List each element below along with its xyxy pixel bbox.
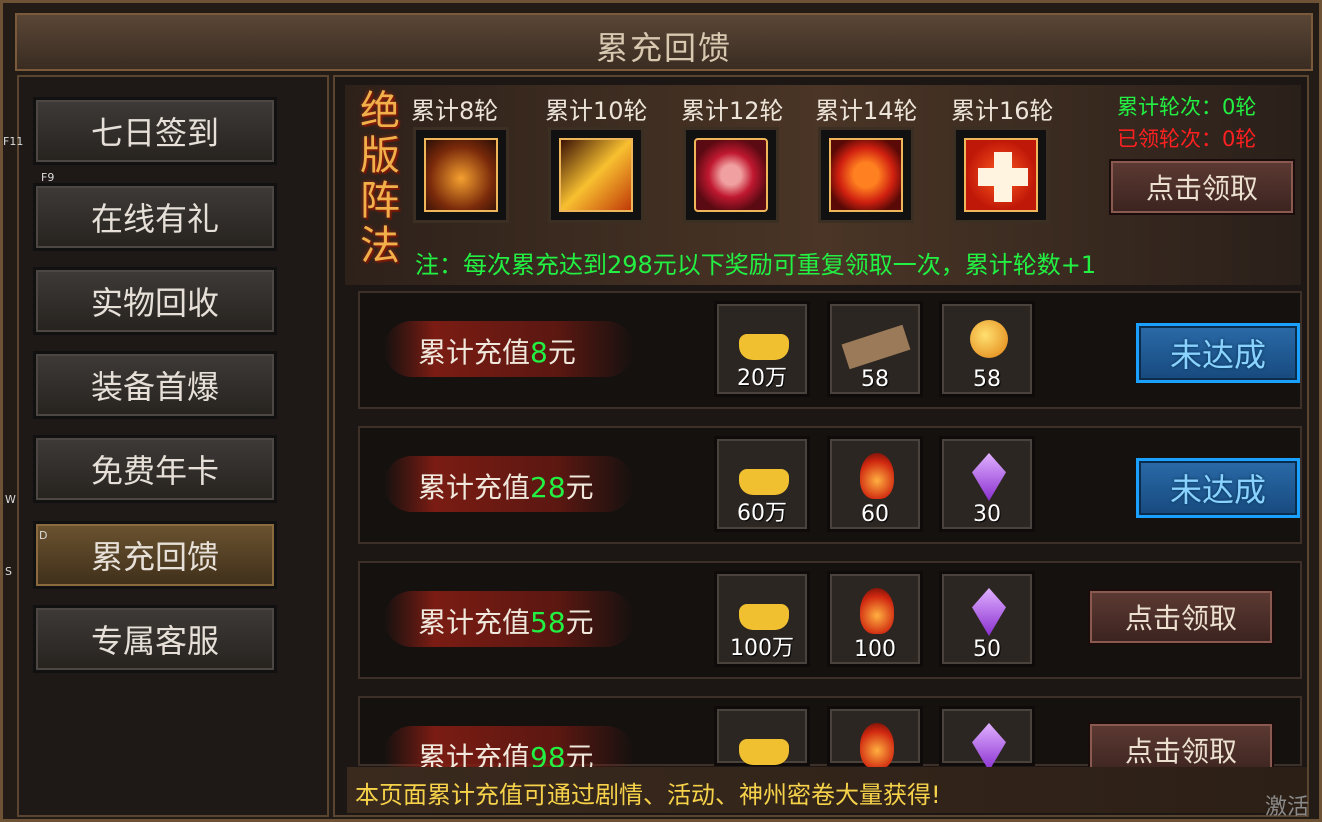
- total-rounds-text: 累计轮次：0轮: [1117, 95, 1257, 119]
- fire-crystal-icon[interactable]: [827, 706, 923, 769]
- hotkey-label: D: [39, 529, 48, 542]
- tier-amount: 8: [530, 336, 548, 369]
- tier-label: 累计充值58元: [418, 601, 594, 641]
- footer-banner: 本页面累计充值可通过剧情、活动、神州密卷大量获得!: [347, 767, 1307, 813]
- tier-label-suffix: 元: [565, 471, 594, 504]
- gold-ingot-icon[interactable]: [714, 706, 810, 766]
- gold-ingot-icon[interactable]: 60万: [714, 436, 810, 532]
- tier-row: 累计充值98元 点击领取: [358, 696, 1302, 782]
- window-title: 累充回馈: [595, 29, 732, 67]
- item-count: 60万: [737, 501, 787, 526]
- vertical-title-char: 版: [360, 133, 400, 179]
- tier-label-suffix: 元: [565, 606, 594, 639]
- flame-beam-icon[interactable]: [548, 127, 644, 223]
- claimed-rounds-text: 已领轮次：0轮: [1117, 127, 1257, 151]
- tier-label: 累计充值28元: [418, 466, 594, 506]
- hotkey-label: F11: [3, 135, 24, 148]
- item-count: 58: [973, 367, 1001, 392]
- not-reached-badge: 未达成: [1136, 323, 1300, 383]
- hotkey-label: F9: [41, 171, 55, 184]
- not-reached-badge: 未达成: [1136, 458, 1300, 518]
- item-count: 100万: [730, 636, 794, 661]
- sidebar-item-first-drop[interactable]: 装备首爆: [33, 351, 277, 419]
- purple-gem-icon[interactable]: [939, 706, 1035, 771]
- item-count: 60: [861, 502, 889, 527]
- fire-orb-icon[interactable]: [818, 127, 914, 223]
- gold-ingot-icon[interactable]: 20万: [714, 301, 810, 397]
- title-bar: 累充回馈: [15, 13, 1313, 71]
- sidebar-item-daily-signin[interactable]: 七日签到: [33, 97, 277, 165]
- tier-label-suffix: 元: [547, 336, 576, 369]
- tier-row: 累计充值28元 60万 60 30 未达成: [358, 426, 1302, 544]
- magic-circle-icon[interactable]: [683, 127, 779, 223]
- purple-gem-icon[interactable]: 50: [939, 571, 1035, 667]
- hotkey-label: W: [5, 493, 16, 506]
- gold-ingot-icon[interactable]: 100万: [714, 571, 810, 667]
- red-cross-icon[interactable]: [953, 127, 1049, 223]
- round-label: 累计16轮: [951, 97, 1054, 125]
- tier-label-prefix: 累计充值: [418, 606, 531, 639]
- item-count: 30: [973, 502, 1001, 527]
- item-count: 50: [973, 637, 1001, 662]
- fire-crystal-icon[interactable]: 100: [827, 571, 923, 667]
- round-label: 累计14轮: [815, 97, 918, 125]
- sidebar-item-recharge-feedback[interactable]: 累充回馈: [33, 521, 277, 589]
- purple-gem-icon[interactable]: 30: [939, 436, 1035, 532]
- footer-text: 本页面累计充值可通过剧情、活动、神州密卷大量获得!: [355, 781, 941, 809]
- sidebar-item-online-gift[interactable]: 在线有礼: [33, 183, 277, 251]
- round-label: 累计8轮: [411, 97, 499, 125]
- item-count: 58: [861, 367, 889, 392]
- fire-crystal-icon[interactable]: 60: [827, 436, 923, 532]
- hotkey-label: S: [5, 565, 12, 578]
- vertical-title-char: 绝: [360, 88, 400, 134]
- tier-label: 累计充值8元: [418, 331, 576, 371]
- tier-row: 累计充值8元 20万 58 58 未达成: [358, 291, 1302, 409]
- round-label: 累计10轮: [545, 97, 648, 125]
- sidebar-item-customer-service[interactable]: 专属客服: [33, 605, 277, 673]
- tier-label-prefix: 累计充值: [418, 336, 531, 369]
- vertical-title-char: 法: [360, 223, 400, 269]
- scroll-bundle-icon[interactable]: 58: [827, 301, 923, 397]
- item-count: 100: [854, 637, 896, 662]
- tier-row: 累计充值58元 100万 100 50 点击领取: [358, 561, 1302, 679]
- golden-orb-icon[interactable]: 58: [939, 301, 1035, 397]
- vertical-title-char: 阵: [360, 178, 400, 224]
- sidebar-item-item-recycle[interactable]: 实物回收: [33, 267, 277, 335]
- round-label: 累计12轮: [681, 97, 784, 125]
- repeat-claim-note: 注：每次累充达到298元以下奖励可重复领取一次，累计轮数+1: [415, 251, 1097, 279]
- tier-label-prefix: 累计充值: [418, 471, 531, 504]
- item-count: 20万: [737, 366, 787, 391]
- claim-rounds-button[interactable]: 点击领取: [1109, 159, 1295, 215]
- tier-amount: 58: [530, 606, 566, 639]
- sidebar-item-free-annual-card[interactable]: 免费年卡: [33, 435, 277, 503]
- beast-icon[interactable]: [413, 127, 509, 223]
- limited-formation-title: 绝 版 阵 法: [357, 89, 403, 269]
- tier-amount: 28: [530, 471, 566, 504]
- activation-watermark: 激活: [1265, 795, 1310, 820]
- recharge-window: 累充回馈 七日签到 在线有礼 实物回收 装备首爆 免费年卡 累充回馈 专属客服 …: [0, 0, 1322, 822]
- claim-reward-button[interactable]: 点击领取: [1088, 589, 1274, 645]
